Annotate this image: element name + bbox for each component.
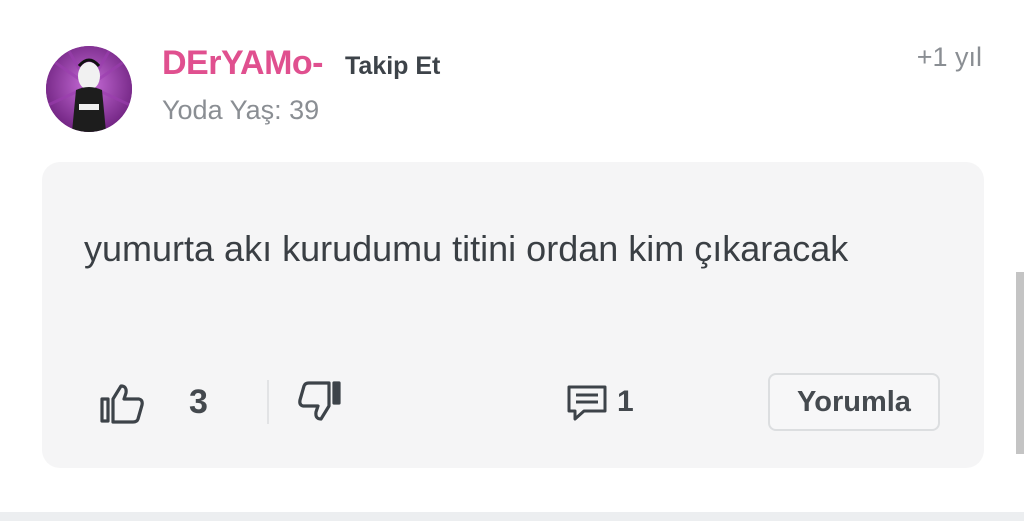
follow-button[interactable]: Takip Et: [345, 52, 440, 81]
timestamp: +1 yıl: [916, 42, 982, 72]
comment-text: yumurta akı kurudumu titini ordan kim çı…: [84, 228, 849, 269]
reply-button[interactable]: Yorumla: [768, 373, 940, 431]
comment-icon[interactable]: [566, 383, 608, 428]
comment-count: 1: [617, 385, 634, 418]
like-count: 3: [189, 383, 208, 421]
user-meta: Yoda Yaş: 39: [162, 95, 320, 125]
thumbs-up-icon[interactable]: [100, 383, 146, 430]
thumbs-down-icon[interactable]: [296, 380, 342, 427]
scrollbar[interactable]: [1016, 272, 1024, 454]
bottom-strip: [0, 512, 1024, 521]
divider: [267, 380, 269, 424]
username[interactable]: DErYAMo-: [162, 44, 324, 83]
avatar[interactable]: [46, 46, 132, 132]
